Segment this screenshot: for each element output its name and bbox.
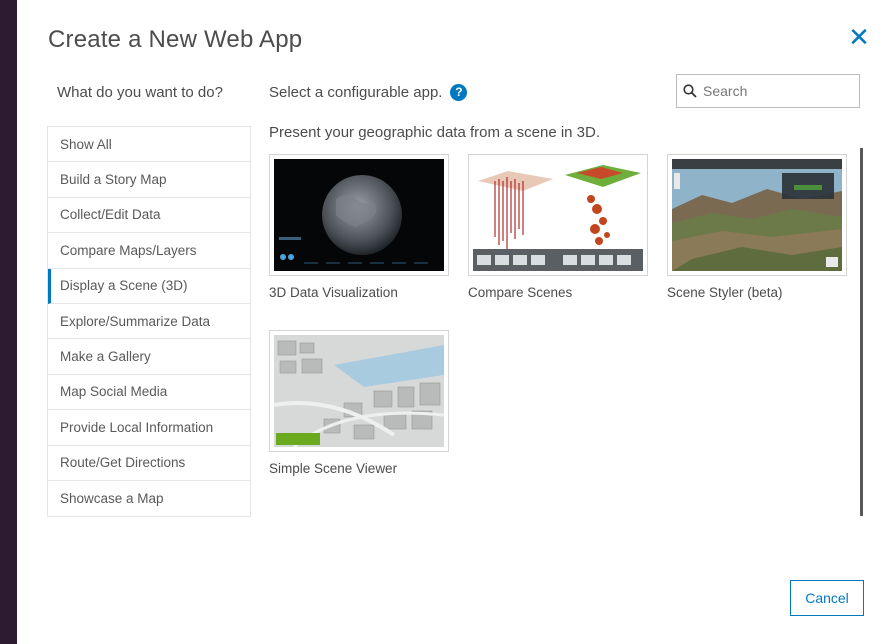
nav-item-label: Map Social Media [60, 384, 168, 400]
nav-item-show-all[interactable]: Show All [48, 127, 250, 163]
main-heading-text: Select a configurable app. [269, 84, 443, 101]
app-thumbnail[interactable] [667, 154, 847, 276]
app-thumbnail[interactable] [269, 330, 449, 452]
app-card-label: Compare Scenes [468, 285, 573, 300]
nav-item-route-get-directions[interactable]: Route/Get Directions [48, 446, 250, 481]
app-card-label: Scene Styler (beta) [667, 285, 783, 300]
help-icon[interactable]: ? [450, 84, 468, 101]
search-icon [683, 84, 697, 98]
app-list-scrollbar[interactable] [860, 148, 863, 516]
nav-item-showcase-map[interactable]: Showcase a Map [48, 481, 250, 516]
nav-item-compare-maps-layers[interactable]: Compare Maps/Layers [48, 233, 250, 269]
search-box[interactable] [676, 74, 860, 108]
nav-item-collect-edit-data[interactable]: Collect/Edit Data [48, 198, 250, 234]
nav-item-provide-local-information[interactable]: Provide Local Information [48, 410, 250, 446]
app-card-label: Simple Scene Viewer [269, 461, 398, 476]
app-thumbnail[interactable] [269, 154, 449, 276]
nav-item-label: Showcase a Map [60, 491, 164, 507]
nav-item-label: Compare Maps/Layers [60, 242, 197, 258]
cancel-button[interactable]: Cancel [790, 580, 864, 616]
dialog-title: Create a New Web App [48, 26, 303, 53]
close-icon[interactable]: ✕ [844, 22, 874, 52]
sidebar-heading: What do you want to do? [57, 84, 223, 101]
app-card-compare-scenes[interactable]: Compare Scenes [468, 154, 648, 300]
app-thumbnail[interactable] [468, 154, 648, 276]
create-web-app-dialog: Create a New Web App ✕ What do you want … [17, 0, 896, 644]
nav-item-display-scene-3d[interactable]: Display a Scene (3D) [48, 268, 250, 304]
compare-scenes-thumbnail [473, 159, 643, 271]
app-card-simple-scene-viewer[interactable]: Simple Scene Viewer [269, 330, 449, 476]
nav-item-label: Display a Scene (3D) [60, 278, 188, 294]
main-heading: Select a configurable app. ? [269, 84, 468, 101]
nav-item-label: Build a Story Map [60, 172, 167, 188]
city-scene-thumbnail [274, 335, 444, 447]
app-card-scene-styler[interactable]: Scene Styler (beta) [667, 154, 847, 300]
category-nav: Show All Build a Story Map Collect/Edit … [47, 126, 251, 518]
nav-item-label: Make a Gallery [60, 349, 151, 365]
app-card-3d-data-visualization[interactable]: 3D Data Visualization [269, 154, 449, 300]
nav-item-label: Explore/Summarize Data [60, 313, 211, 329]
nav-item-explore-summarize-data[interactable]: Explore/Summarize Data [48, 304, 250, 340]
globe-scene-thumbnail [274, 159, 444, 271]
nav-item-label: Collect/Edit Data [60, 207, 161, 223]
nav-item-label: Provide Local Information [60, 419, 214, 435]
terrain-scene-thumbnail [672, 159, 842, 271]
nav-item-build-story-map[interactable]: Build a Story Map [48, 162, 250, 198]
section-description: Present your geographic data from a scen… [269, 124, 601, 141]
nav-item-map-social-media[interactable]: Map Social Media [48, 375, 250, 411]
app-card-label: 3D Data Visualization [269, 285, 398, 300]
nav-item-make-gallery[interactable]: Make a Gallery [48, 339, 250, 375]
nav-item-label: Show All [60, 136, 112, 152]
nav-item-label: Route/Get Directions [60, 455, 186, 471]
search-input[interactable] [701, 82, 855, 100]
